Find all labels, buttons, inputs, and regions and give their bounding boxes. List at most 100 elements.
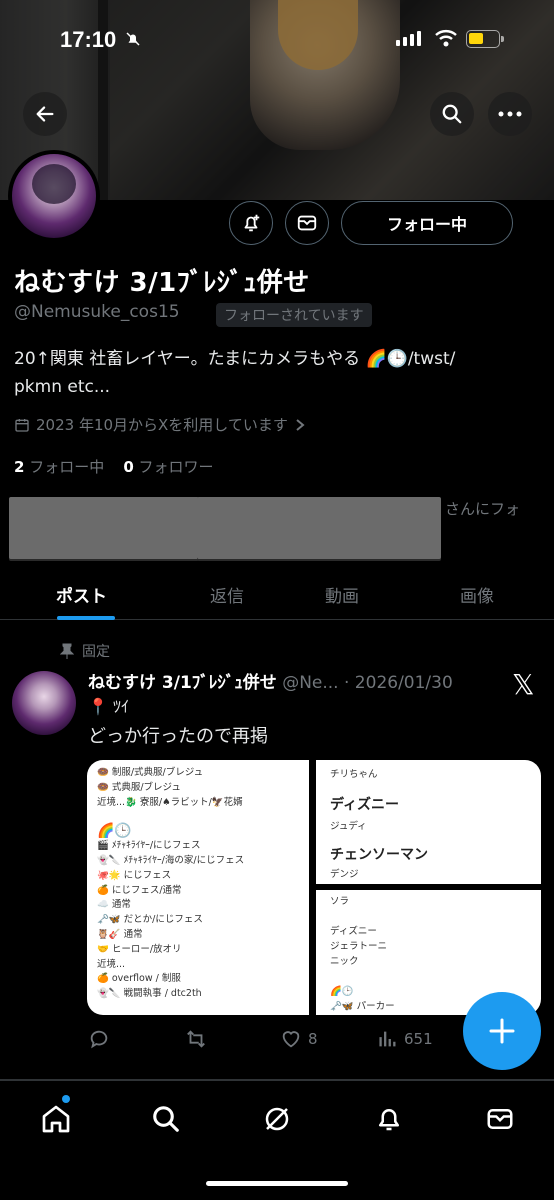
profile-bio: 20↑関東 社畜レイヤー。たまにカメラもやる 🌈🕒/twst/ pkmn etc… xyxy=(14,345,544,401)
media-text: 🤝 ヒーロー/放オリ xyxy=(97,943,182,955)
message-button[interactable] xyxy=(285,201,329,245)
tab-indicator xyxy=(57,616,115,620)
media-text: ニック xyxy=(330,956,359,967)
media-text: 🌈🕒 xyxy=(97,823,132,840)
tab-images[interactable]: 画像 xyxy=(460,582,494,607)
tab-videos[interactable]: 動画 xyxy=(325,582,359,607)
home-icon xyxy=(42,1105,70,1133)
media-heading: チェンソーマン xyxy=(330,847,428,863)
nav-grok[interactable] xyxy=(257,1099,297,1139)
mutual-text: さんにフォ xyxy=(445,500,521,518)
following-count: 2 xyxy=(14,458,25,476)
back-button[interactable] xyxy=(23,92,67,136)
post-date: · 2026/01/30 xyxy=(344,673,453,693)
user-handle: @Nemusuke_cos15 xyxy=(14,302,180,322)
media-text: ジェラトーニ xyxy=(330,941,388,952)
views-button[interactable]: 651 xyxy=(376,1028,433,1050)
nav-home[interactable] xyxy=(36,1099,76,1139)
search-button[interactable] xyxy=(430,92,474,136)
search-icon xyxy=(153,1106,179,1132)
followers-count: 0 xyxy=(123,458,134,476)
tab-replies[interactable]: 返信 xyxy=(210,582,244,607)
media-text: 🍊 にじフェス/通常 xyxy=(97,884,182,896)
media-text: ディズニー xyxy=(330,926,377,937)
media-text: 🐙🌟 にじフェス xyxy=(97,869,172,881)
post-author-handle: @Ne... xyxy=(282,673,339,693)
followers-label: フォロワー xyxy=(138,458,214,476)
follows-you-badge: フォローされています xyxy=(216,303,372,327)
media-heading: ディズニー xyxy=(330,797,400,813)
mutual-thumb xyxy=(9,497,199,559)
media-text: 🎬 ﾒﾁｬｷﾗｲﾔｰ/にじフェス xyxy=(97,840,201,852)
following-label: フォロー中 xyxy=(29,458,105,476)
compose-button[interactable] xyxy=(463,992,541,1070)
status-time: 17:10 xyxy=(60,27,117,52)
more-icon xyxy=(498,111,522,117)
bio-line: pkmn etc... xyxy=(14,377,111,397)
bio-line: 20↑関東 社畜レイヤー。たまにカメラもやる 🌈🕒/twst/ xyxy=(14,349,456,369)
bell-plus-icon xyxy=(244,214,260,232)
mutual-thumb xyxy=(197,497,441,559)
calendar-icon xyxy=(15,418,29,432)
nav-notifications[interactable] xyxy=(369,1099,409,1139)
more-button[interactable] xyxy=(488,92,532,136)
like-count: 8 xyxy=(308,1030,318,1048)
analytics-icon xyxy=(379,1031,396,1047)
grok-icon xyxy=(265,1107,289,1131)
reply-icon xyxy=(90,1030,108,1049)
nav-messages[interactable] xyxy=(480,1099,520,1139)
media-text: ジュディ xyxy=(330,821,367,832)
home-indicator xyxy=(206,1181,348,1186)
media-text: 🗝️🦋 だとか/にじフェス xyxy=(97,914,203,926)
media-text: デンジ xyxy=(330,869,359,880)
arrow-left-icon xyxy=(36,106,54,122)
wifi-icon xyxy=(435,30,457,47)
post-text-line: 📍 ﾂｲ xyxy=(88,697,130,716)
tab-posts[interactable]: ポスト xyxy=(56,582,107,607)
media-text: 近境... xyxy=(97,958,126,970)
envelope-icon xyxy=(487,1109,513,1129)
media-text: 👻🔪 戦闘執事 / dtc2th xyxy=(97,988,202,1000)
x-logo-icon[interactable]: 𝕏 xyxy=(512,668,535,701)
reply-button[interactable] xyxy=(88,1028,110,1050)
chevron-right-icon xyxy=(296,418,305,431)
media-text: 🍊 overflow / 制服 xyxy=(97,973,181,985)
joined-date[interactable]: 2023 年10月からXを利用しています xyxy=(14,414,306,435)
joined-text: 2023 年10月からXを利用しています xyxy=(36,416,288,434)
display-name: ねむすけ 3/1ﾌﾞﾚｼﾞｭ併せ xyxy=(14,268,310,298)
media-image-left[interactable]: 🍩 制服/式典服/ブレジュ 🍩 式典服/ブレジュ 近境...🐉 寮服/♠ラビット… xyxy=(87,760,309,1015)
notify-button[interactable] xyxy=(229,201,273,245)
notification-dot xyxy=(62,1095,70,1103)
signal-icon xyxy=(396,30,421,46)
post-author-name[interactable]: ねむすけ 3/1ﾌﾞﾚｼﾞｭ併せ xyxy=(88,673,277,693)
like-button[interactable]: 8 xyxy=(280,1028,318,1050)
profile-avatar[interactable] xyxy=(8,150,100,242)
plus-icon xyxy=(489,1018,515,1044)
post-header: ねむすけ 3/1ﾌﾞﾚｼﾞｭ併せ @Ne... · 2026/01/30 xyxy=(88,668,453,693)
bell-icon xyxy=(379,1109,399,1131)
status-bar: 17:10 xyxy=(0,0,554,80)
post-media[interactable]: 🍩 制服/式典服/ブレジュ 🍩 式典服/ブレジュ 近境...🐉 寮服/♠ラビット… xyxy=(87,760,541,1015)
envelope-icon xyxy=(297,215,317,231)
profile-tabs: ポスト 返信 動画 画像 xyxy=(0,570,554,620)
media-image-right-top[interactable]: チリちゃん ディズニー ジュディ チェンソーマン デンジ xyxy=(316,760,541,884)
following-link[interactable]: 2 フォロー中 xyxy=(14,458,104,476)
bell-off-icon xyxy=(126,32,140,46)
followers-link[interactable]: 0 フォロワー xyxy=(123,458,213,476)
battery-icon xyxy=(466,30,504,48)
follow-counts: 2 フォロー中 0 フォロワー xyxy=(14,456,214,477)
pinned-text: 固定 xyxy=(82,644,110,660)
pin-icon xyxy=(60,643,74,659)
search-icon xyxy=(442,104,462,124)
media-text: チリちゃん xyxy=(330,769,378,780)
media-text: 🍩 制服/式典服/ブレジュ xyxy=(97,767,204,778)
media-text: ☁️ 通常 xyxy=(97,899,131,911)
media-text: 🦉🎸 通常 xyxy=(97,928,143,940)
media-text: 近境...🐉 寮服/♠ラビット/🦅花婿 xyxy=(97,796,243,808)
view-count: 651 xyxy=(404,1030,433,1048)
following-button[interactable]: フォロー中 xyxy=(341,201,513,245)
nav-search[interactable] xyxy=(146,1099,186,1139)
heart-icon xyxy=(282,1031,300,1048)
repost-button[interactable] xyxy=(184,1028,208,1050)
post-avatar[interactable] xyxy=(12,671,76,735)
